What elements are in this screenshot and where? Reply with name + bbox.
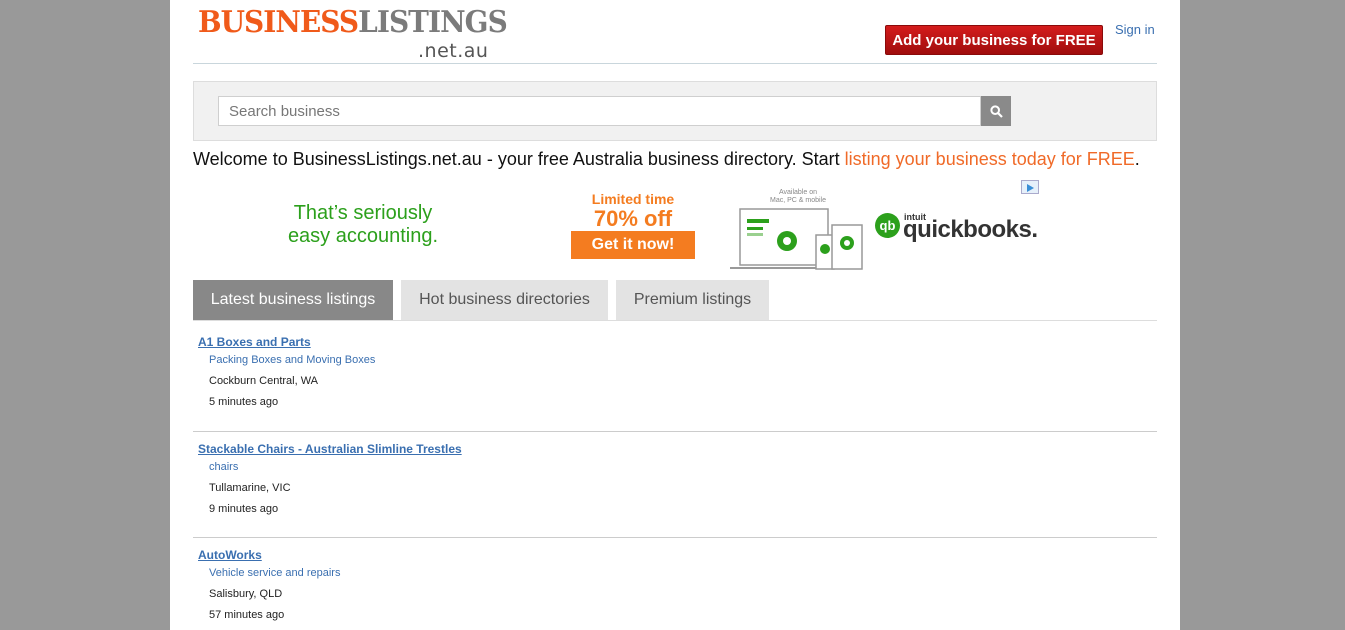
list-item: A1 Boxes and Parts Packing Boxes and Mov…: [193, 335, 1157, 432]
quickbooks-ad-banner[interactable]: That’s seriously easy accounting. Limite…: [193, 180, 1043, 275]
devices-illustration: [730, 208, 863, 270]
site-logo[interactable]: BUSINESSLISTINGS: [198, 8, 508, 38]
quickbooks-logo: qb: [875, 213, 900, 238]
list-item: Stackable Chairs - Australian Slimline T…: [193, 442, 1157, 538]
search-icon: [989, 104, 1003, 118]
listing-title-link[interactable]: Stackable Chairs - Australian Slimline T…: [198, 442, 462, 456]
listing-time: 57 minutes ago: [209, 609, 285, 621]
tab-hot-directories[interactable]: Hot business directories: [401, 280, 608, 320]
listing-category-link[interactable]: chairs: [209, 461, 238, 473]
ad-limited-time: Limited time: [591, 191, 675, 207]
welcome-text: Welcome to BusinessListings.net.au - you…: [193, 149, 1140, 169]
adchoices-icon[interactable]: [1021, 180, 1039, 194]
quickbooks-brand: quickbooks.: [903, 216, 1038, 243]
site-header: BUSINESSLISTINGS .net.au Add your busine…: [193, 0, 1157, 64]
listing-location: Tullamarine, VIC: [209, 482, 291, 494]
tab-premium-listings[interactable]: Premium listings: [616, 280, 769, 320]
ad-cta-button[interactable]: Get it now!: [571, 231, 695, 259]
add-business-button[interactable]: Add your business for FREE: [885, 25, 1103, 55]
ad-headline: That’s seriously easy accounting.: [287, 202, 439, 247]
logo-domain: .net.au: [418, 40, 489, 62]
listing-title-link[interactable]: A1 Boxes and Parts: [198, 335, 311, 349]
search-input[interactable]: [218, 96, 981, 126]
listing-category-link[interactable]: Vehicle service and repairs: [209, 567, 340, 579]
search-panel: [193, 81, 1157, 141]
listing-time: 5 minutes ago: [209, 396, 279, 408]
listing-tabs: Latest business listings Hot business di…: [193, 280, 1157, 321]
listing-category-link[interactable]: Packing Boxes and Moving Boxes: [209, 354, 375, 366]
listing-location: Salisbury, QLD: [209, 588, 283, 600]
ad-offer: 70% off: [593, 206, 673, 231]
tab-latest-listings[interactable]: Latest business listings: [193, 280, 393, 320]
sign-in-link[interactable]: Sign in: [1115, 22, 1155, 37]
ad-availability: Available on Mac, PC & mobile: [769, 189, 827, 204]
listing-location: Cockburn Central, WA: [209, 375, 319, 387]
search-button[interactable]: [981, 96, 1011, 126]
list-item: AutoWorks Vehicle service and repairs Sa…: [193, 548, 1157, 630]
listing-time: 9 minutes ago: [209, 503, 279, 515]
list-business-link[interactable]: listing your business today for FREE: [845, 149, 1135, 169]
listing-title-link[interactable]: AutoWorks: [198, 548, 262, 562]
